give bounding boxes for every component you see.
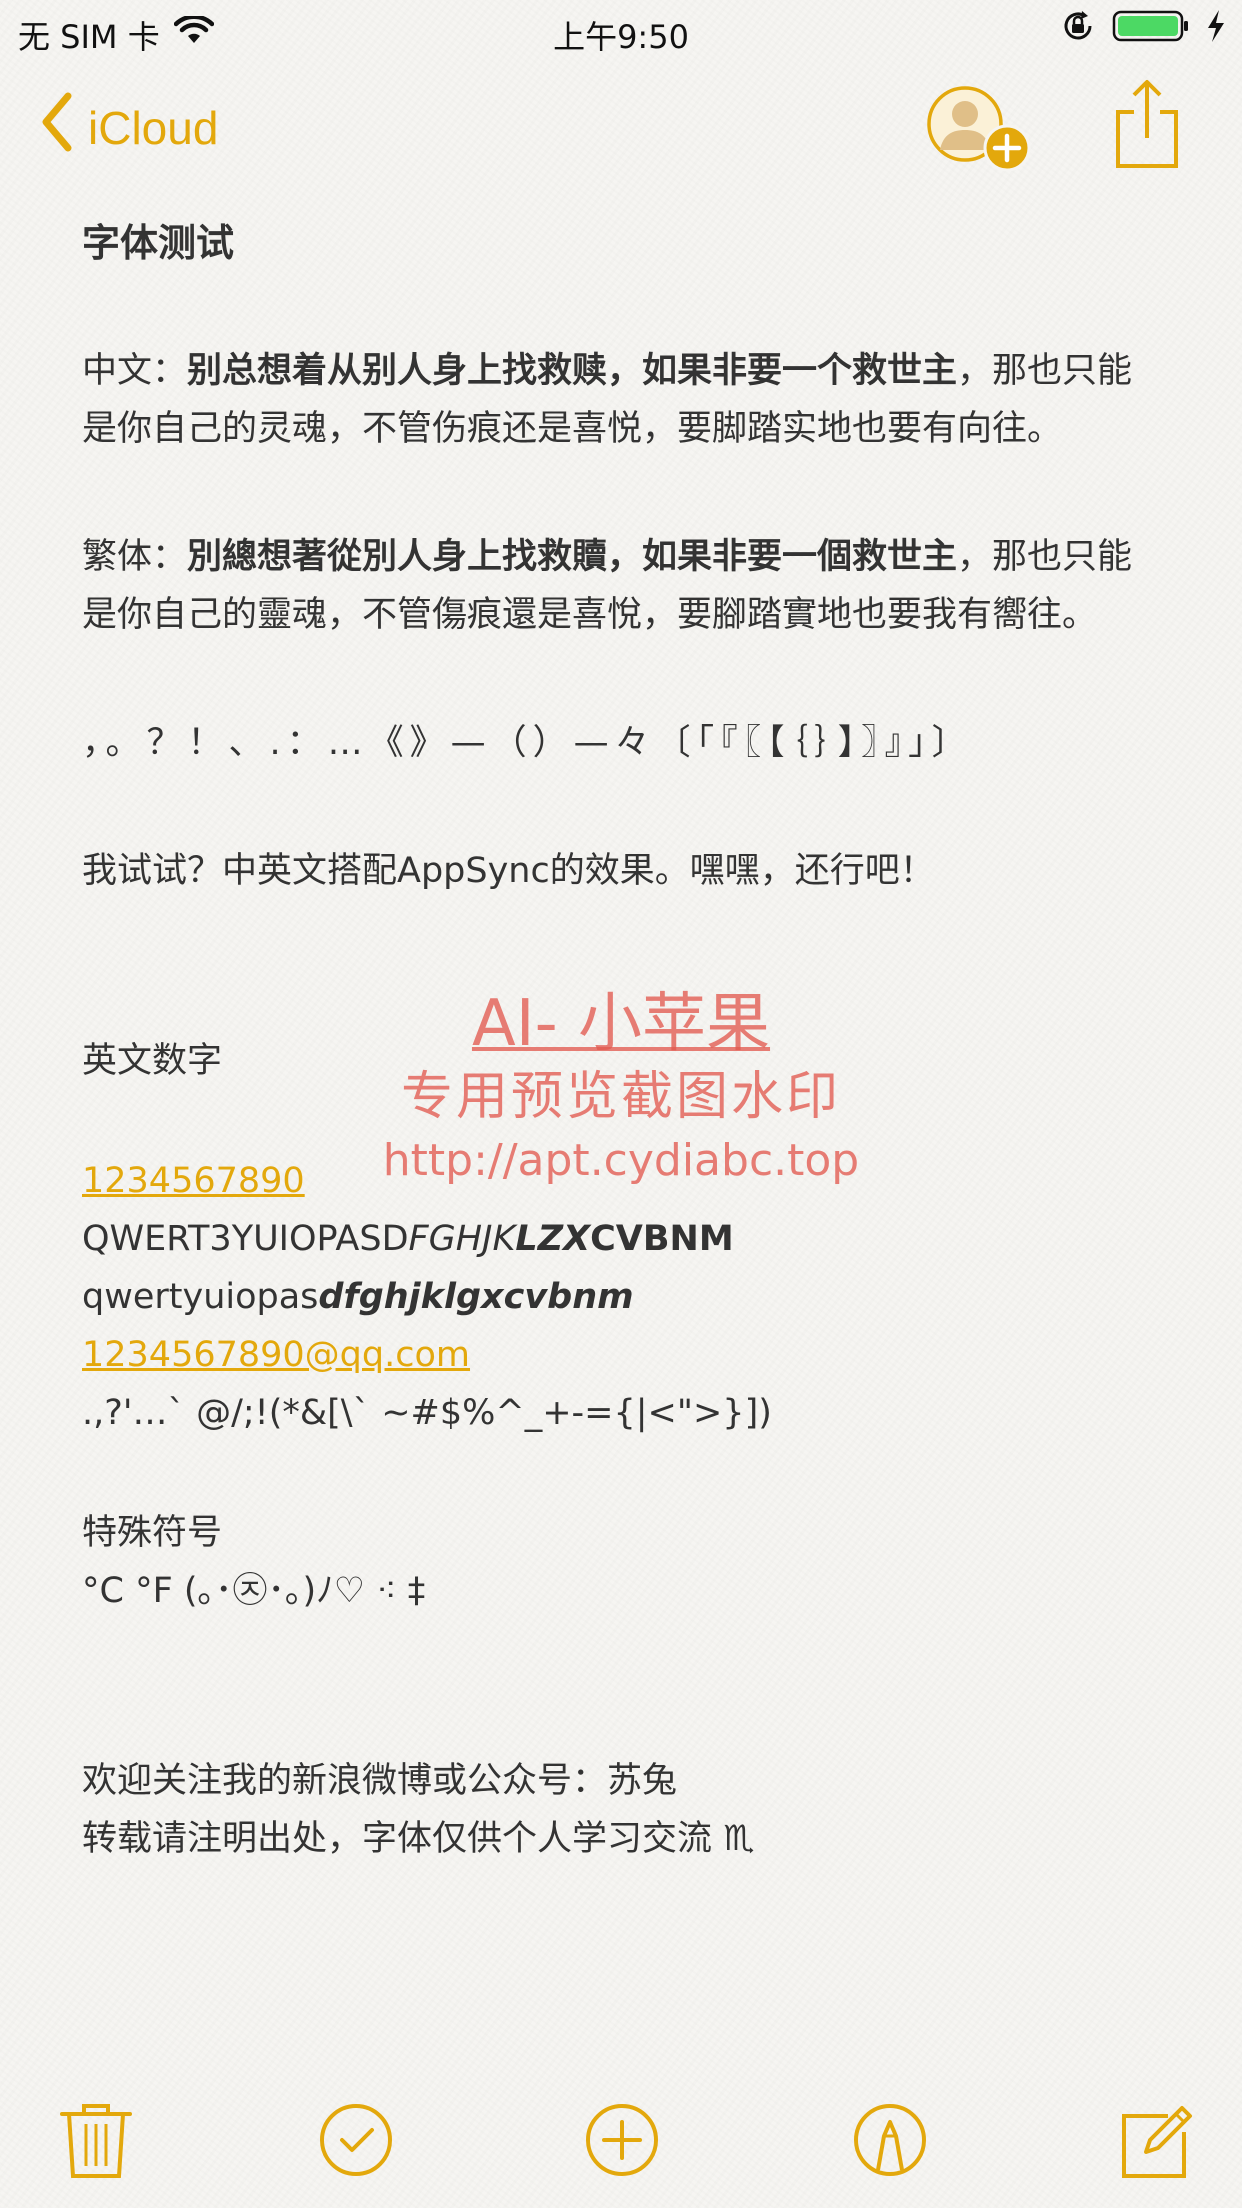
status-right <box>1060 8 1226 52</box>
note-body[interactable]: 字体测试 中文：别总想着从别人身上找救赎，如果非要一个救世主，那也只能是你自己的… <box>82 214 1162 1868</box>
delete-button[interactable] <box>56 2100 136 2180</box>
nav-bar: iCloud <box>0 60 1242 200</box>
follow-line: 欢迎关注我的新浪微博或公众号：苏兔 <box>82 1761 678 1801</box>
english-heading: 英文数字 <box>82 1041 223 1081</box>
checklist-button[interactable] <box>316 2100 396 2180</box>
lowercase-row: qwertyuiopasdfghjklgxcvbnm <box>82 1268 1162 1326</box>
traditional-label: 繁体： <box>82 537 188 577</box>
digits-link[interactable]: 1234567890 <box>82 1161 305 1201</box>
battery-icon <box>1112 8 1190 52</box>
orientation-lock-icon <box>1060 8 1096 52</box>
markup-pen-icon <box>854 2104 926 2176</box>
upper-bold-italic: LZX <box>515 1219 591 1259</box>
upper-italic: FGHJK <box>408 1219 516 1259</box>
add-icon <box>586 2104 658 2176</box>
compose-button[interactable] <box>1118 2100 1198 2180</box>
special-symbols-row: °C °F (｡･㉨･｡)ﾉ♡ ⁖ ‡ <box>82 1571 426 1611</box>
status-bar: 无 SIM 卡 上午9:50 <box>0 0 1242 60</box>
paragraph-simplified: 中文：别总想着从别人身上找救赎，如果非要一个救世主，那也只能是你自己的灵魂，不管… <box>82 342 1162 458</box>
simplified-label: 中文： <box>82 351 188 391</box>
note-title: 字体测试 <box>82 221 235 265</box>
uppercase-row: QWERT3YUIOPASDFGHJKLZXCVBNM <box>82 1210 1162 1268</box>
checklist-icon <box>320 2104 392 2176</box>
add-person-icon <box>927 86 1031 172</box>
email-link[interactable]: 1234567890@qq.com <box>82 1335 470 1375</box>
lower-bold-italic: dfghjklgxcvbnm <box>318 1277 634 1317</box>
upper-bold: CVBNM <box>590 1219 734 1259</box>
add-button[interactable] <box>582 2100 662 2180</box>
mixed-sentence: 我试试？中英文搭配AppSync的效果。嘿嘿，还行吧！ <box>82 851 935 891</box>
chevron-left-icon <box>40 92 74 163</box>
charging-bolt-icon <box>1206 9 1226 51</box>
share-icon <box>1116 80 1178 168</box>
lower-regular: qwertyuiopas <box>82 1277 319 1317</box>
share-button[interactable] <box>1112 78 1182 170</box>
add-person-button[interactable] <box>925 84 1035 176</box>
punctuation-line: ，。？！、.：…《》—（）—々〔「『〖【｛｝】〗』」〕 <box>82 723 973 763</box>
ascii-symbols-row: .,?'…` @/;!(*&[\` ~#$%^_+-={|<">}]) <box>82 1393 772 1433</box>
back-button[interactable]: iCloud <box>40 92 218 163</box>
email-row: 1234567890@qq.com <box>82 1326 1162 1384</box>
compose-icon <box>1122 2106 1192 2178</box>
upper-regular: QWERT3YUIOPASD <box>82 1219 409 1259</box>
traditional-bold-text: 別總想著從別人身上找救贖，如果非要一個救世主 <box>187 537 958 577</box>
paragraph-traditional: 繁体：別總想著從別人身上找救贖，如果非要一個救世主，那也只能是你自己的靈魂，不管… <box>82 528 1162 644</box>
digits-row: 1234567890 <box>82 1152 1162 1210</box>
reprint-line: 转载请注明出处，字体仅供个人学习交流 ♏ <box>82 1819 755 1859</box>
special-heading: 特殊符号 <box>82 1513 223 1553</box>
markup-button[interactable] <box>850 2100 930 2180</box>
simplified-bold-text: 别总想着从别人身上找救赎，如果非要一个救世主 <box>187 351 958 391</box>
status-time: 上午9:50 <box>553 18 689 56</box>
back-label: iCloud <box>88 101 219 154</box>
trash-icon <box>60 2104 132 2178</box>
bottom-toolbar <box>0 2100 1242 2208</box>
